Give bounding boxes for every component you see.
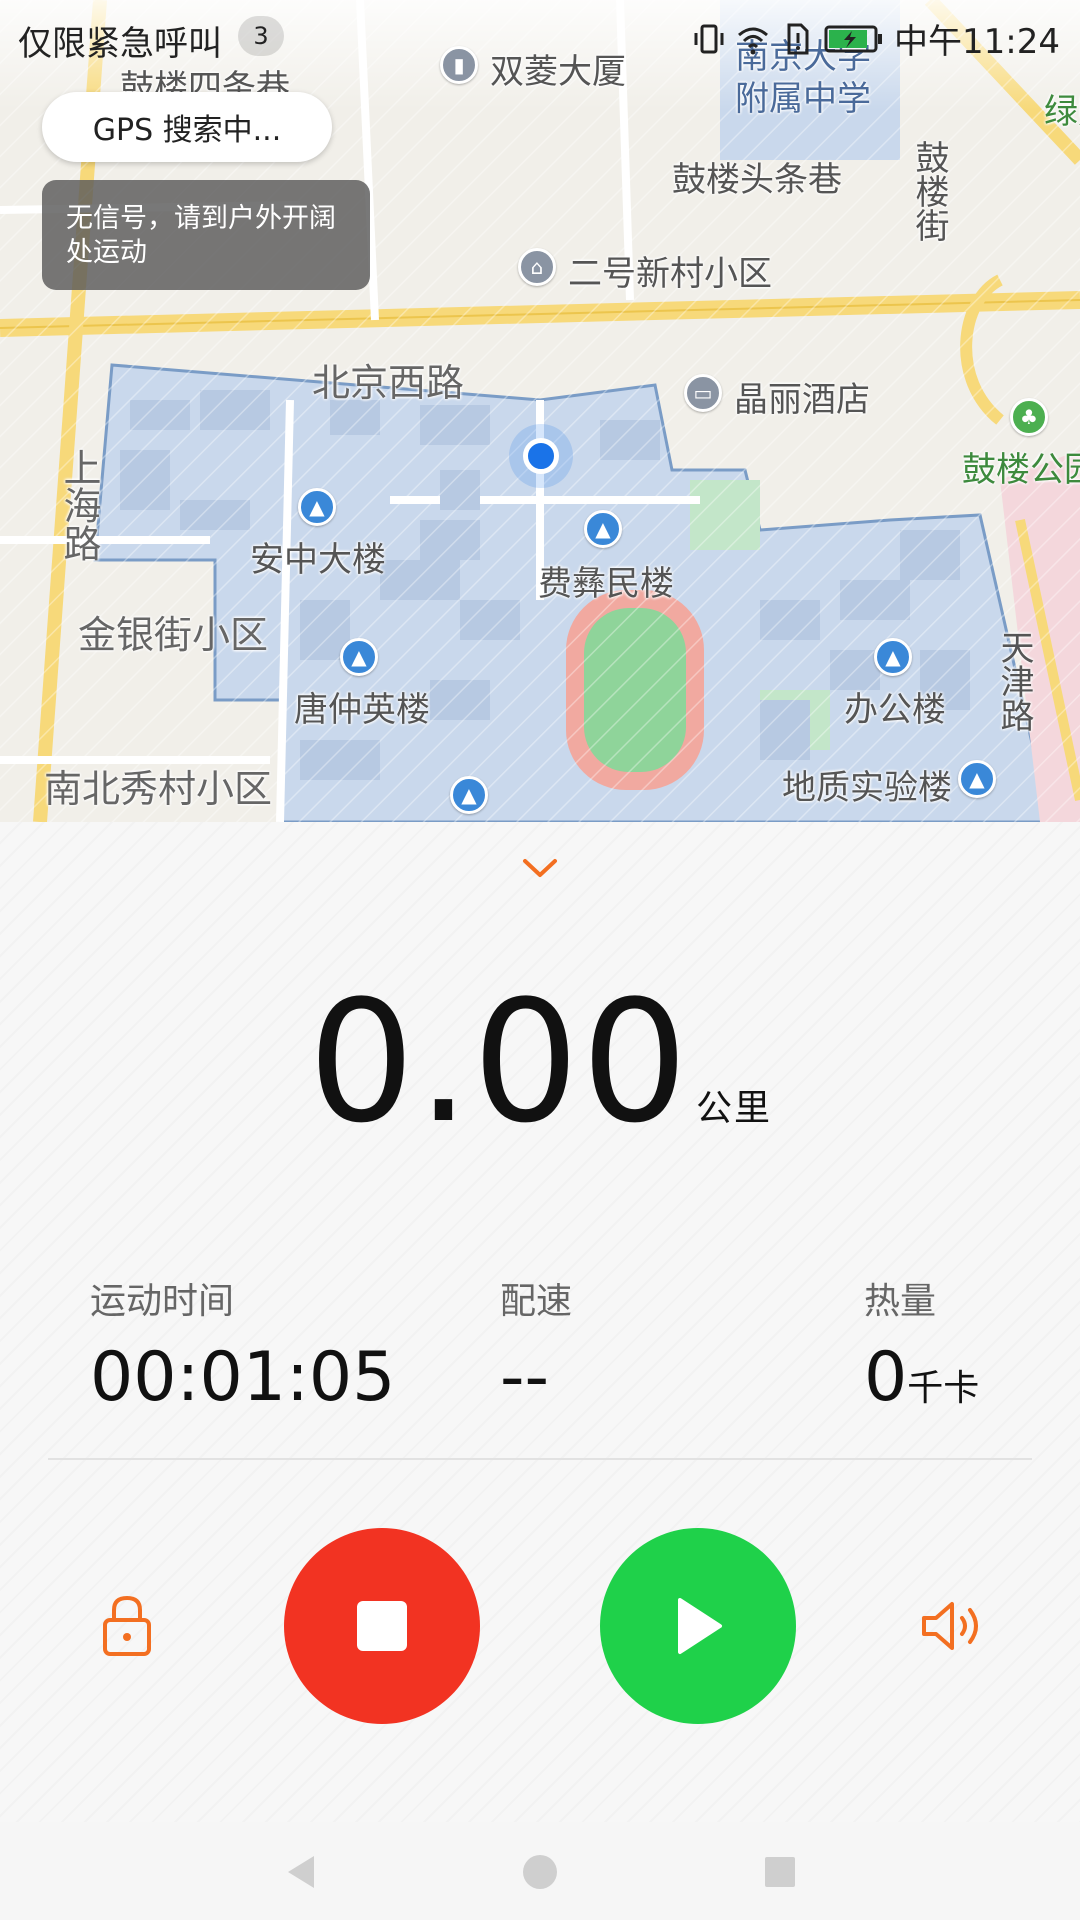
map-label-tianjin-road: 天津路 xyxy=(994,630,1034,732)
gps-hint-toast: 无信号，请到户外开阔处运动 xyxy=(42,180,370,290)
map-label-green-shop: 绿购 xyxy=(1044,92,1080,132)
map-label-anzhong: 安中大楼 xyxy=(250,540,386,580)
workout-panel: 0.00 公里 运动时间 00:01:05 配速 -- 热量 0千卡 xyxy=(0,822,1080,1822)
map-label-shanghai-road: 上海路 xyxy=(57,448,101,562)
calories-value: 0 xyxy=(864,1338,908,1417)
home-icon[interactable] xyxy=(520,1852,560,1892)
residential-poi-icon: ⌂ xyxy=(518,248,556,286)
school-poi-icon: ▲ xyxy=(298,488,336,526)
lock-icon[interactable] xyxy=(98,1590,156,1660)
distance-display: 0.00 公里 xyxy=(0,972,1080,1199)
status-bar: 仅限紧急呼叫 3 中午11:24 xyxy=(0,0,1080,76)
resume-button[interactable] xyxy=(600,1528,796,1724)
notification-count-badge: 3 xyxy=(238,16,284,56)
time-stat: 运动时间 00:01:05 xyxy=(90,1272,395,1417)
calories-stat: 热量 0千卡 xyxy=(864,1272,979,1417)
map-label-gulou-street: 鼓楼街 xyxy=(909,140,949,242)
speaker-icon[interactable] xyxy=(918,1598,988,1654)
stop-button[interactable] xyxy=(284,1528,480,1724)
gps-status-text: GPS 搜索中... xyxy=(92,113,282,148)
sim-icon xyxy=(787,23,809,54)
map-label-dizhi: 地质实验楼 xyxy=(782,768,952,808)
recents-icon[interactable] xyxy=(762,1852,798,1892)
map-label-jingli: 晶丽酒店 xyxy=(734,380,870,420)
gps-hint-text: 无信号，请到户外开阔处运动 xyxy=(66,203,336,268)
time-label: 运动时间 xyxy=(90,1281,235,1322)
wifi-icon xyxy=(738,27,768,54)
map-label-gulou-park: 鼓楼公园 xyxy=(962,450,1080,490)
pace-stat: 配速 -- xyxy=(500,1272,572,1417)
map-label-bangong: 办公楼 xyxy=(844,690,946,730)
calories-unit: 千卡 xyxy=(907,1368,980,1409)
park-poi-icon: ♣ xyxy=(1010,398,1048,436)
school-poi-icon: ▲ xyxy=(340,638,378,676)
school-poi-icon: ▲ xyxy=(958,760,996,798)
gps-status-pill: GPS 搜索中... xyxy=(42,92,332,162)
school-poi-icon: ▲ xyxy=(584,510,622,548)
current-location-marker xyxy=(523,438,559,474)
time-value: 00:01:05 xyxy=(90,1338,396,1417)
carrier-text: 仅限紧急呼叫 xyxy=(18,24,222,64)
battery-charging-icon xyxy=(824,25,883,52)
map-label-er-hao: 二号新村小区 xyxy=(568,254,772,294)
back-icon[interactable] xyxy=(282,1852,318,1892)
hotel-poi-icon: ▭ xyxy=(684,374,722,412)
map-label-tangzhongying: 唐仲英楼 xyxy=(294,690,430,730)
map-label-jinyin: 金银街小区 xyxy=(78,613,269,657)
play-icon xyxy=(678,1598,722,1654)
stop-icon xyxy=(357,1601,407,1651)
navigation-bar xyxy=(0,1822,1080,1920)
map-label-gulou-toutiao: 鼓楼头条巷 xyxy=(672,160,842,200)
status-time: 中午11:24 xyxy=(894,22,1060,62)
distance-unit: 公里 xyxy=(696,1088,773,1129)
map-label-beijing-xilu: 北京西路 xyxy=(312,361,465,405)
divider xyxy=(48,1458,1032,1460)
chevron-down-icon[interactable] xyxy=(519,847,561,889)
pace-label: 配速 xyxy=(500,1281,573,1322)
distance-value: 0.00 xyxy=(307,964,691,1160)
pace-value: -- xyxy=(500,1338,550,1417)
map-label-nanbei: 南北秀村小区 xyxy=(44,767,273,811)
school-poi-icon: ▲ xyxy=(874,638,912,676)
map-label-feiyimin: 费彝民楼 xyxy=(538,564,674,604)
vibrate-icon xyxy=(694,24,724,53)
calories-label: 热量 xyxy=(864,1281,937,1322)
school-poi-icon: ▲ xyxy=(450,776,488,814)
